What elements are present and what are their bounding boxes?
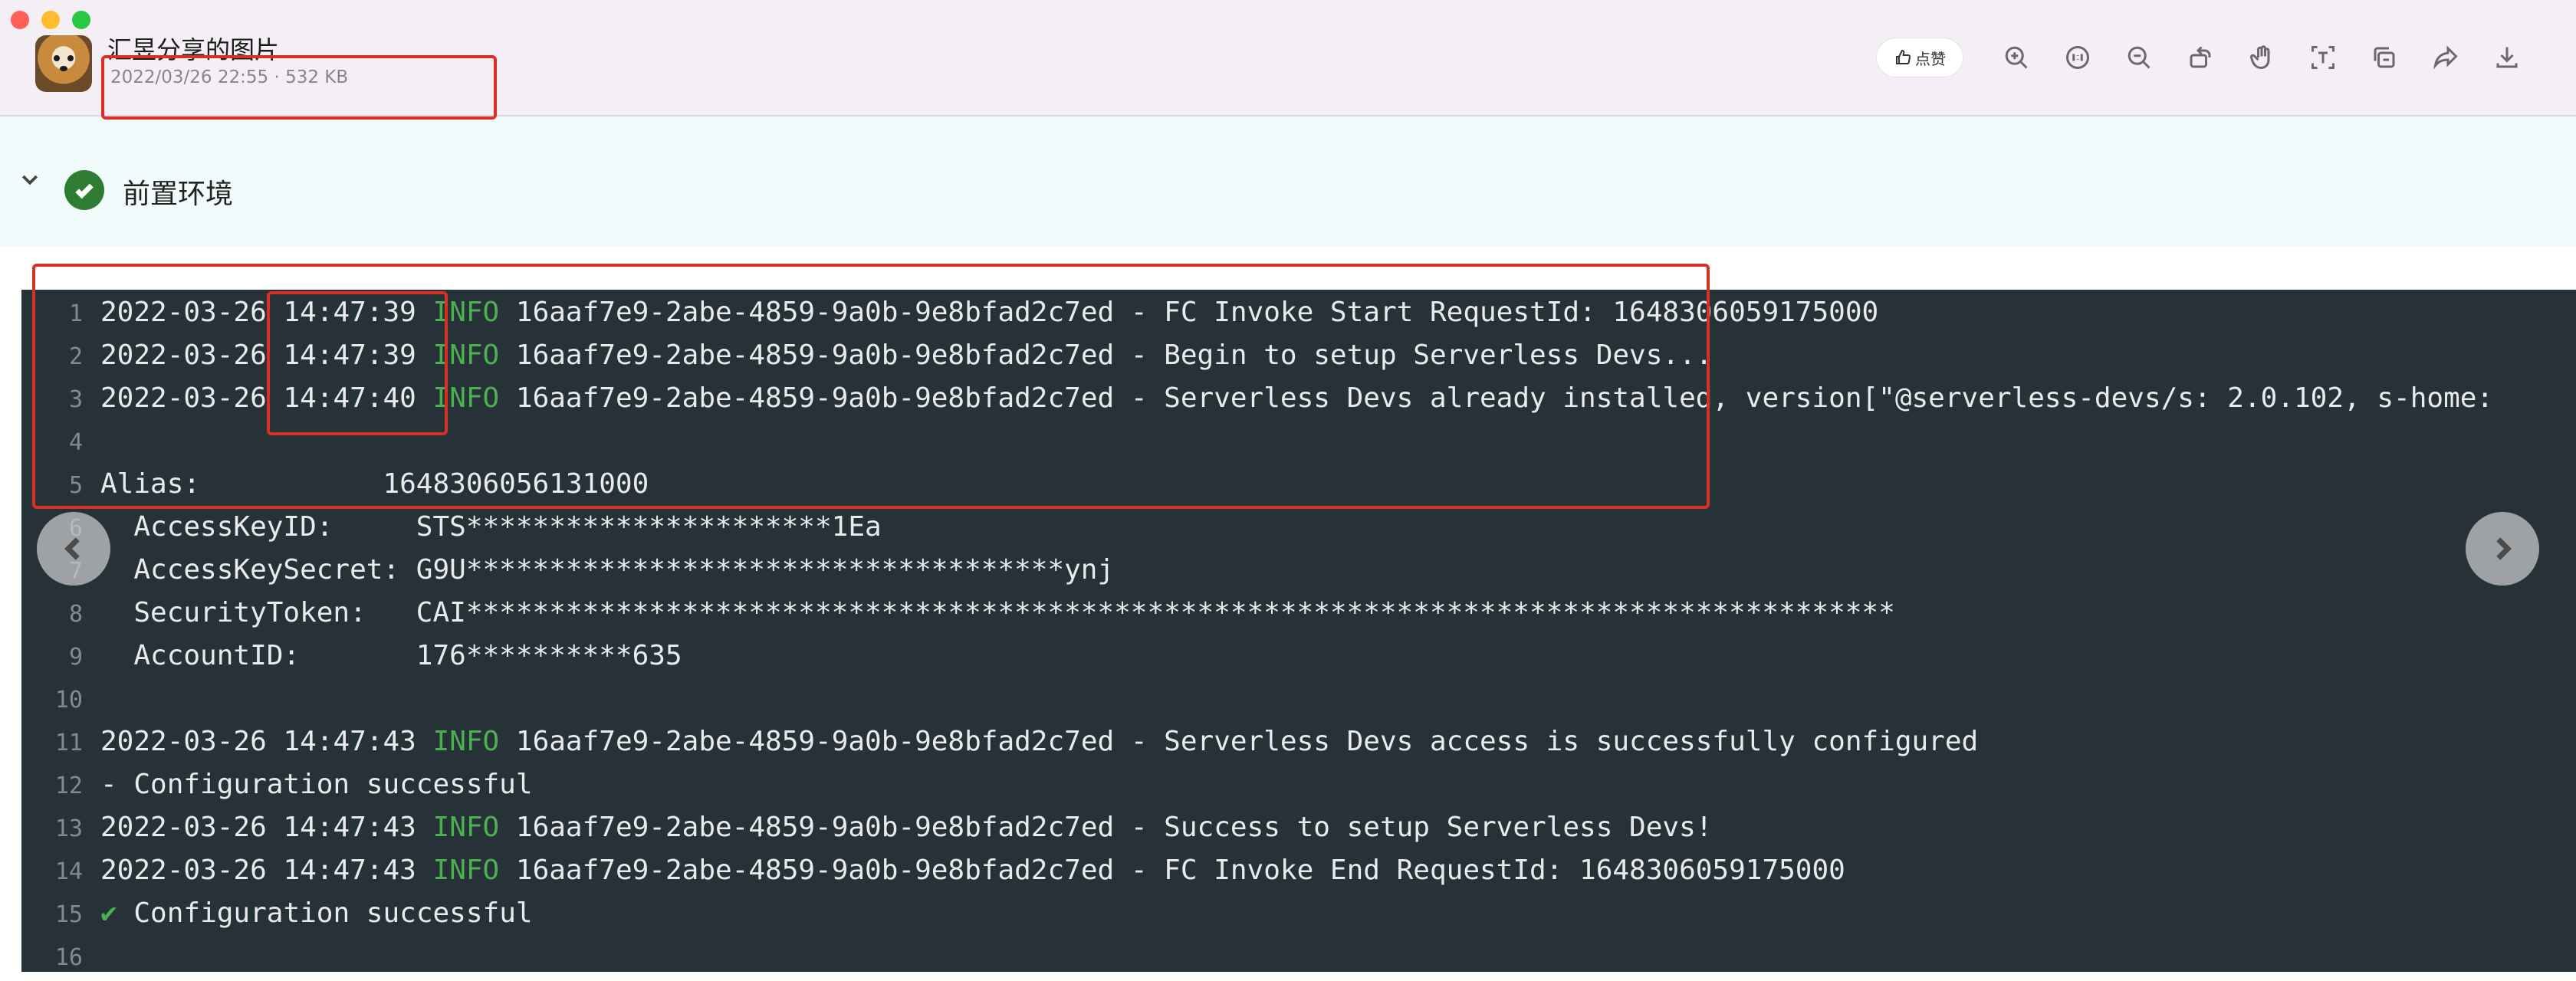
copy-button[interactable] xyxy=(2354,34,2415,80)
text-recognize-button[interactable] xyxy=(2292,34,2354,80)
like-button[interactable]: 点赞 xyxy=(1877,38,1963,77)
zoom-in-button[interactable] xyxy=(1986,34,2047,80)
log-text: AccountID: 176**********635 xyxy=(100,640,682,671)
success-check-mark: ✔ xyxy=(100,897,117,929)
log-text: Configuration successful xyxy=(133,897,533,929)
fit-size-icon xyxy=(2066,46,2089,69)
log-level: INFO xyxy=(432,726,500,757)
share-button[interactable] xyxy=(2415,34,2476,80)
window-controls xyxy=(11,11,90,29)
close-window-button[interactable] xyxy=(11,11,29,29)
copy-icon xyxy=(2374,47,2395,68)
log-text: AccessKeyID: STS**********************1E… xyxy=(100,511,882,543)
log-text: - Configuration successful xyxy=(100,769,533,800)
avatar xyxy=(35,35,92,92)
log-level: INFO xyxy=(432,855,500,886)
line-number: 9 xyxy=(68,644,83,671)
line-number: 12 xyxy=(54,773,83,799)
log-date: 2022-03-26 xyxy=(100,726,267,757)
line-number: 14 xyxy=(54,858,83,885)
log-text: 16aaf7e9-2abe-4859-9a0b-9e8bfad2c7ed - S… xyxy=(515,812,1713,843)
log-line: 7 AccessKeySecret: G9U******************… xyxy=(21,549,1114,592)
zoom-out-icon xyxy=(2128,46,2150,69)
log-line: 14 2022-03-26 14:47:43 INFO 16aaf7e9-2abe… xyxy=(21,849,1845,892)
log-line: 15 ✔ Configuration successful xyxy=(21,892,533,935)
thumbs-up-icon xyxy=(1896,49,1911,64)
line-number: 15 xyxy=(54,901,83,928)
next-image-button[interactable] xyxy=(2466,512,2539,586)
log-line: 9 AccountID: 176**********635 xyxy=(21,635,682,678)
log-time: 14:47:43 xyxy=(283,855,416,886)
line-number: 11 xyxy=(54,730,83,756)
log-line: 12 - Configuration successful xyxy=(21,763,533,806)
log-level: INFO xyxy=(432,812,500,843)
like-label: 点赞 xyxy=(1915,49,1946,68)
hand-tool-button[interactable] xyxy=(2231,34,2292,80)
toolbar: 点赞 xyxy=(1877,34,2538,80)
section-title: 前置环境 xyxy=(123,179,234,210)
chevron-down-icon xyxy=(21,175,38,185)
download-icon xyxy=(2496,47,2518,68)
line-number: 16 xyxy=(54,944,83,971)
zoom-out-button[interactable] xyxy=(2108,34,2170,80)
zoom-in-icon xyxy=(2005,46,2028,69)
rotate-icon xyxy=(2190,46,2211,68)
log-text: 16aaf7e9-2abe-4859-9a0b-9e8bfad2c7ed - F… xyxy=(515,855,1845,886)
section-header: 前置环境 xyxy=(0,116,2576,247)
share-icon xyxy=(2433,45,2458,70)
minimize-window-button[interactable] xyxy=(41,11,60,29)
log-line: 11 2022-03-26 14:47:43 INFO 16aaf7e9-2abe… xyxy=(21,720,1978,763)
line-number: 8 xyxy=(68,601,83,628)
log-text: AccessKeySecret: G9U********************… xyxy=(100,554,1115,586)
log-text: SecurityToken: CAI**********************… xyxy=(100,597,1895,628)
chevron-right-icon xyxy=(2496,537,2512,560)
line-number: 10 xyxy=(54,687,83,714)
download-button[interactable] xyxy=(2476,34,2538,80)
rotate-button[interactable] xyxy=(2170,34,2231,80)
log-time: 14:47:43 xyxy=(283,812,416,843)
log-line: 10 xyxy=(21,678,100,720)
log-line: 8 SecurityToken: CAI********************… xyxy=(21,592,1895,635)
annotation-box-file-meta xyxy=(101,55,497,120)
log-date: 2022-03-26 xyxy=(100,812,267,843)
log-text: 16aaf7e9-2abe-4859-9a0b-9e8bfad2c7ed - S… xyxy=(515,726,1979,757)
chevron-left-icon xyxy=(64,537,80,560)
line-number: 13 xyxy=(54,815,83,842)
fullscreen-window-button[interactable] xyxy=(72,11,90,29)
text-recognize-icon xyxy=(2312,46,2334,69)
success-check-icon xyxy=(64,170,104,210)
annotation-box-timestamps xyxy=(267,291,448,435)
log-date: 2022-03-26 xyxy=(100,855,267,886)
previous-image-button[interactable] xyxy=(37,512,110,586)
log-line: 6 AccessKeyID: STS**********************… xyxy=(21,506,882,549)
log-time: 14:47:43 xyxy=(283,726,416,757)
log-line: 13 2022-03-26 14:47:43 INFO 16aaf7e9-2abe… xyxy=(21,806,1713,849)
hand-icon xyxy=(2249,45,2270,70)
log-line: 16 xyxy=(21,935,100,972)
actual-size-button[interactable] xyxy=(2047,34,2108,80)
collapse-toggle[interactable] xyxy=(18,169,41,192)
